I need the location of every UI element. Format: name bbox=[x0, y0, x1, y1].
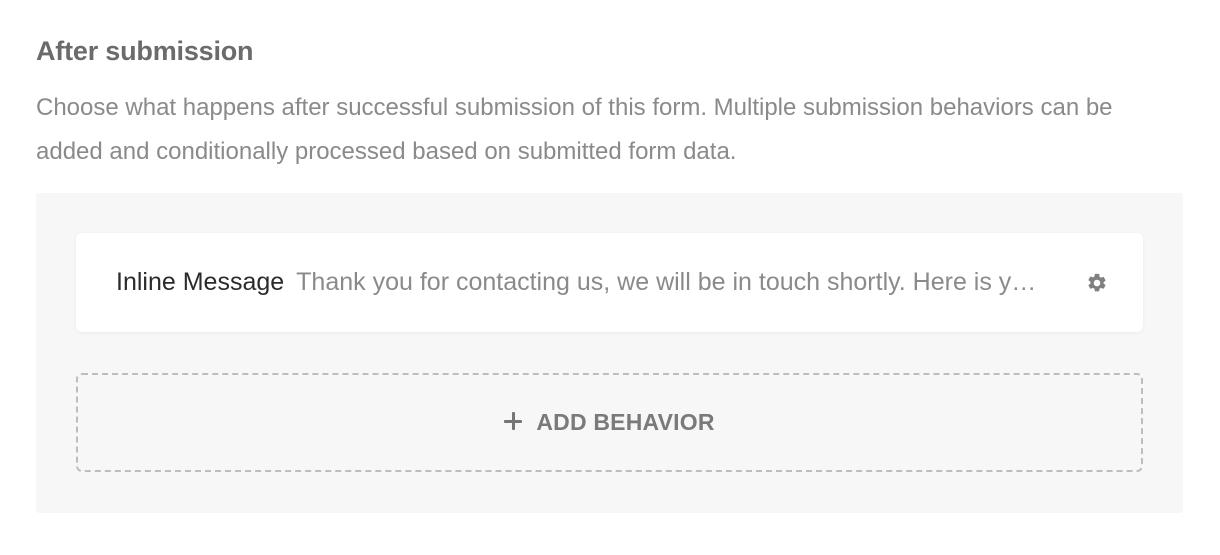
behavior-type-label: Inline Message bbox=[116, 268, 285, 296]
section-title: After submission bbox=[36, 36, 254, 66]
add-behavior-button[interactable]: ADD BEHAVIOR bbox=[76, 373, 1143, 472]
gear-icon[interactable] bbox=[1085, 271, 1109, 295]
section-description: Choose what happens after successful sub… bbox=[36, 94, 1113, 165]
behaviors-panel: Inline Message Thank you for contacting … bbox=[36, 193, 1183, 513]
behavior-card-inline-message[interactable]: Inline Message Thank you for contacting … bbox=[76, 233, 1143, 332]
behavior-summary-text: Thank you for contacting us, we will be … bbox=[296, 268, 1037, 296]
plus-icon bbox=[504, 411, 523, 430]
add-behavior-label: ADD BEHAVIOR bbox=[536, 409, 715, 435]
gear-icon-svg bbox=[1088, 273, 1106, 291]
